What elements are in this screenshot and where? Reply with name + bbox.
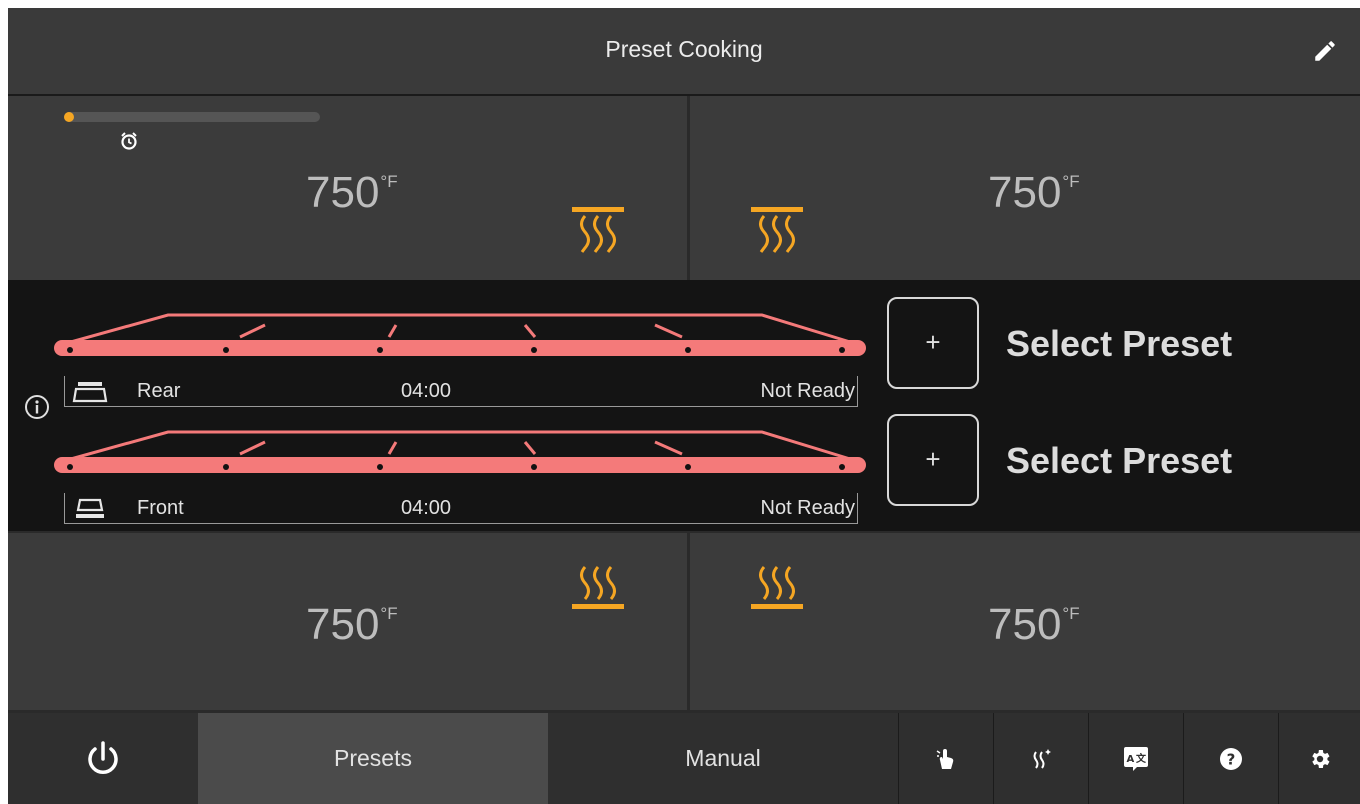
zone-bottom-left-temp: 750°F [306, 600, 398, 649]
info-icon[interactable] [24, 394, 50, 420]
rear-select-preset[interactable]: Select Preset [1006, 323, 1232, 365]
bottom-heater-icon [572, 566, 624, 609]
zone-bottom-right-temp: 750°F [988, 600, 1080, 649]
top-heater-icon [751, 207, 803, 253]
heat-settings-button[interactable] [993, 713, 1088, 804]
progress-fill [64, 112, 75, 122]
help-button[interactable]: ? [1183, 713, 1278, 804]
rear-belt-info[interactable]: Rear 04:00 Not Ready [64, 376, 858, 407]
power-icon [88, 740, 118, 774]
gear-icon [1311, 749, 1329, 768]
rear-belt-icon [72, 382, 108, 403]
zone-top-right-temp: 750°F [988, 168, 1080, 217]
header: Preset Cooking [8, 8, 1360, 96]
rear-belt-name: Rear [137, 380, 181, 402]
touch-lock-button[interactable] [898, 713, 993, 804]
front-belt-time: 04:00 [401, 497, 452, 519]
settings-button[interactable] [1278, 713, 1360, 804]
alarm-clock-icon [121, 132, 137, 150]
front-belt-icon [76, 498, 104, 518]
heat-sparkle-icon [1033, 748, 1051, 769]
page-title: Preset Cooking [605, 36, 763, 62]
add-front-preset-button[interactable]: + [887, 414, 979, 506]
progress-bar [64, 112, 320, 122]
translate-icon: A 文 [1124, 746, 1148, 771]
tab-presets-label: Presets [334, 745, 412, 771]
top-heater-icon [572, 207, 624, 253]
tab-presets[interactable]: Presets [198, 713, 548, 804]
front-conveyor-belt [54, 430, 866, 473]
svg-text:文: 文 [1136, 752, 1147, 765]
rear-belt-time: 04:00 [401, 380, 452, 402]
front-belt-name: Front [137, 497, 184, 519]
language-button[interactable]: A 文 [1088, 713, 1183, 804]
front-select-preset[interactable]: Select Preset [1006, 440, 1232, 482]
power-button[interactable] [8, 713, 198, 804]
tab-manual-label: Manual [685, 745, 761, 771]
svg-text:?: ? [1227, 750, 1236, 768]
rear-belt-status: Not Ready [760, 380, 856, 402]
tab-manual[interactable]: Manual [548, 713, 898, 804]
bottom-nav: Presets Manual A 文 ? [8, 713, 1360, 804]
zone-top-left-temp: 750°F [306, 168, 398, 217]
pencil-icon[interactable] [1312, 38, 1338, 64]
svg-text:A: A [1127, 754, 1135, 765]
help-icon: ? [1220, 747, 1242, 770]
add-rear-preset-button[interactable]: + [887, 297, 979, 389]
hand-touch-icon [936, 748, 954, 769]
bottom-heater-icon [751, 566, 803, 609]
front-belt-info[interactable]: Front 04:00 Not Ready [64, 493, 858, 524]
rear-conveyor-belt [54, 313, 866, 356]
front-belt-status: Not Ready [760, 497, 856, 519]
